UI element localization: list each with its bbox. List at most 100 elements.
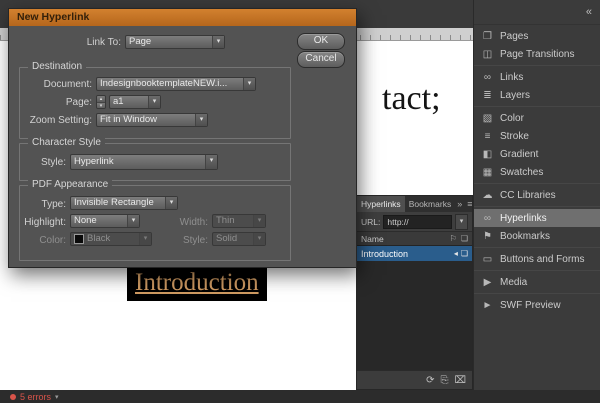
stepper-down-icon[interactable]: ▾ [97,103,105,109]
document-value: IndesignbooktemplateNEW.i... [97,78,243,90]
list-header: Name ⚐ ❏ [357,231,472,246]
dock-item-bookmarks[interactable]: ⚑ Bookmarks [474,227,600,245]
dock-item-gradient[interactable]: ◧ Gradient [474,145,600,163]
links-icon: ∞ [480,72,495,83]
document-label: Document: [20,78,92,92]
width-label: Width: [166,216,208,230]
name-column-header[interactable]: Name [361,234,384,244]
dropdown-arrow-icon[interactable]: ▾ [205,155,217,169]
tab-overflow-icon[interactable]: » [455,196,464,212]
status-dropdown-icon[interactable]: ▾ [55,393,59,401]
bookmarks-icon: ⚑ [480,231,495,242]
dock-item-links[interactable]: ∞ Links [474,68,600,86]
dock-item-label: Pages [500,31,528,42]
panel-footer: ⟳ ⎘ ⌧ [357,370,472,389]
panel-menu-icon[interactable]: ≡ [464,196,472,212]
delete-hyperlink-icon[interactable]: ⌧ [454,375,466,386]
character-style-dropdown[interactable]: Hyperlink ▾ [70,154,218,170]
cc-libraries-icon: ☁ [480,190,495,201]
dock-item-buttons-and-forms[interactable]: ▭ Buttons and Forms [474,250,600,268]
introduction-hyperlink[interactable]: Introduction [127,268,267,301]
status-column-icon: ⚐ [450,234,457,243]
dropdown-arrow-icon[interactable]: ▾ [148,96,160,108]
dock-item-layers[interactable]: ≣ Layers [474,86,600,104]
dropdown-arrow-icon[interactable]: ▾ [165,197,177,209]
new-hyperlink-icon[interactable]: ⎘ [440,375,448,386]
color-value-wrap: Black [71,233,139,245]
color-dropdown: Black ▾ [70,232,152,246]
highlight-dropdown[interactable]: None ▾ [70,214,140,228]
dock-item-label: Media [500,277,527,288]
type-dropdown[interactable]: Invisible Rectangle ▾ [70,196,178,210]
dialog-title: New Hyperlink [17,11,89,23]
dropdown-arrow-icon[interactable]: ▾ [127,215,139,227]
dropdown-arrow-icon[interactable]: ▾ [243,78,255,90]
goto-destination-icon[interactable]: ❏ [461,249,468,258]
page-transitions-icon: ◫ [480,49,495,60]
pdf-appearance-legend: PDF Appearance [28,179,112,190]
dropdown-arrow-icon[interactable]: ▾ [212,36,224,48]
url-label: URL: [361,217,380,227]
color-icon: ▧ [480,113,495,124]
type-value: Invisible Rectangle [71,197,165,209]
type-label: Type: [20,198,66,212]
dock-item-cc-libraries[interactable]: ☁ CC Libraries [474,186,600,204]
stepper-up-icon[interactable]: ▴ [97,96,105,103]
page-label: Page: [20,96,92,110]
dock-item-label: Color [500,113,524,124]
dialog-titlebar[interactable]: New Hyperlink [9,9,356,26]
dock-item-label: Stroke [500,131,529,142]
hyperlink-row-introduction[interactable]: Introduction ◂ ❏ [357,246,472,261]
tab-hyperlinks[interactable]: Hyperlinks [357,196,405,212]
tab-bookmarks[interactable]: Bookmarks [405,196,456,212]
hyperlink-name: Introduction [361,249,408,259]
ok-button[interactable]: OK [297,33,345,50]
panel-tab-bar: Hyperlinks Bookmarks » ≡ [357,196,472,212]
dock-item-swf-preview[interactable]: ► SWF Preview [474,296,600,314]
url-dropdown-icon[interactable]: ▾ [455,214,468,230]
url-row: URL: http:// ▾ [357,212,472,231]
page-stepper[interactable]: ▴ ▾ [96,95,106,109]
page-value: a1 [110,96,148,108]
dock-item-label: Gradient [500,149,538,160]
document-dropdown[interactable]: IndesignbooktemplateNEW.i... ▾ [96,77,256,91]
page-dropdown[interactable]: a1 ▾ [109,95,161,109]
refresh-icon[interactable]: ⟳ [426,375,434,386]
document-text: tact; [382,80,441,118]
zoom-setting-dropdown[interactable]: Fit in Window ▾ [96,113,208,127]
highlight-value: None [71,215,127,227]
dock-item-label: CC Libraries [500,190,556,201]
cancel-button[interactable]: Cancel [297,51,345,68]
dock-item-page-transitions[interactable]: ◫ Page Transitions [474,45,600,63]
link-to-dropdown[interactable]: Page ▾ [125,35,225,49]
dock-item-media[interactable]: ▶ Media [474,273,600,291]
link-to-value: Page [126,36,212,48]
media-icon: ▶ [480,277,495,288]
zoom-setting-value: Fit in Window [97,114,195,126]
dock-item-hyperlinks[interactable]: ∞ Hyperlinks [474,209,600,227]
url-input[interactable]: http:// [383,215,452,229]
page-column-icon: ❏ [461,234,468,243]
error-count[interactable]: 5 errors [20,392,51,402]
expand-panels-icon[interactable]: « [586,6,592,18]
destination-legend: Destination [28,61,86,72]
status-bar: 5 errors ▾ [0,390,600,403]
color-label: Color: [20,234,66,248]
dock-item-color[interactable]: ▧ Color [474,109,600,127]
new-hyperlink-dialog: New Hyperlink Link To: Page ▾ OK Cancel … [8,8,357,268]
dock-group: ∞ Hyperlinks ⚑ Bookmarks [474,206,600,247]
dock-item-stroke[interactable]: ≡ Stroke [474,127,600,145]
dock-item-label: Links [500,72,523,83]
dock-item-pages[interactable]: ❐ Pages [474,27,600,45]
dropdown-arrow-icon[interactable]: ▾ [195,114,207,126]
list-header-icons: ⚐ ❏ [450,234,468,243]
panel-dock: « ❐ Pages ◫ Page Transitions ∞ Links ≣ L… [473,0,600,390]
dock-group: ▭ Buttons and Forms [474,247,600,270]
buttons-and-forms-icon: ▭ [480,254,495,265]
color-value: Black [87,233,110,245]
swatches-icon: ▦ [480,167,495,178]
pdf-style-value: Solid [213,233,253,245]
goto-source-icon[interactable]: ◂ [454,249,458,258]
dock-item-swatches[interactable]: ▦ Swatches [474,163,600,181]
pdf-style-label: Style: [166,234,208,248]
